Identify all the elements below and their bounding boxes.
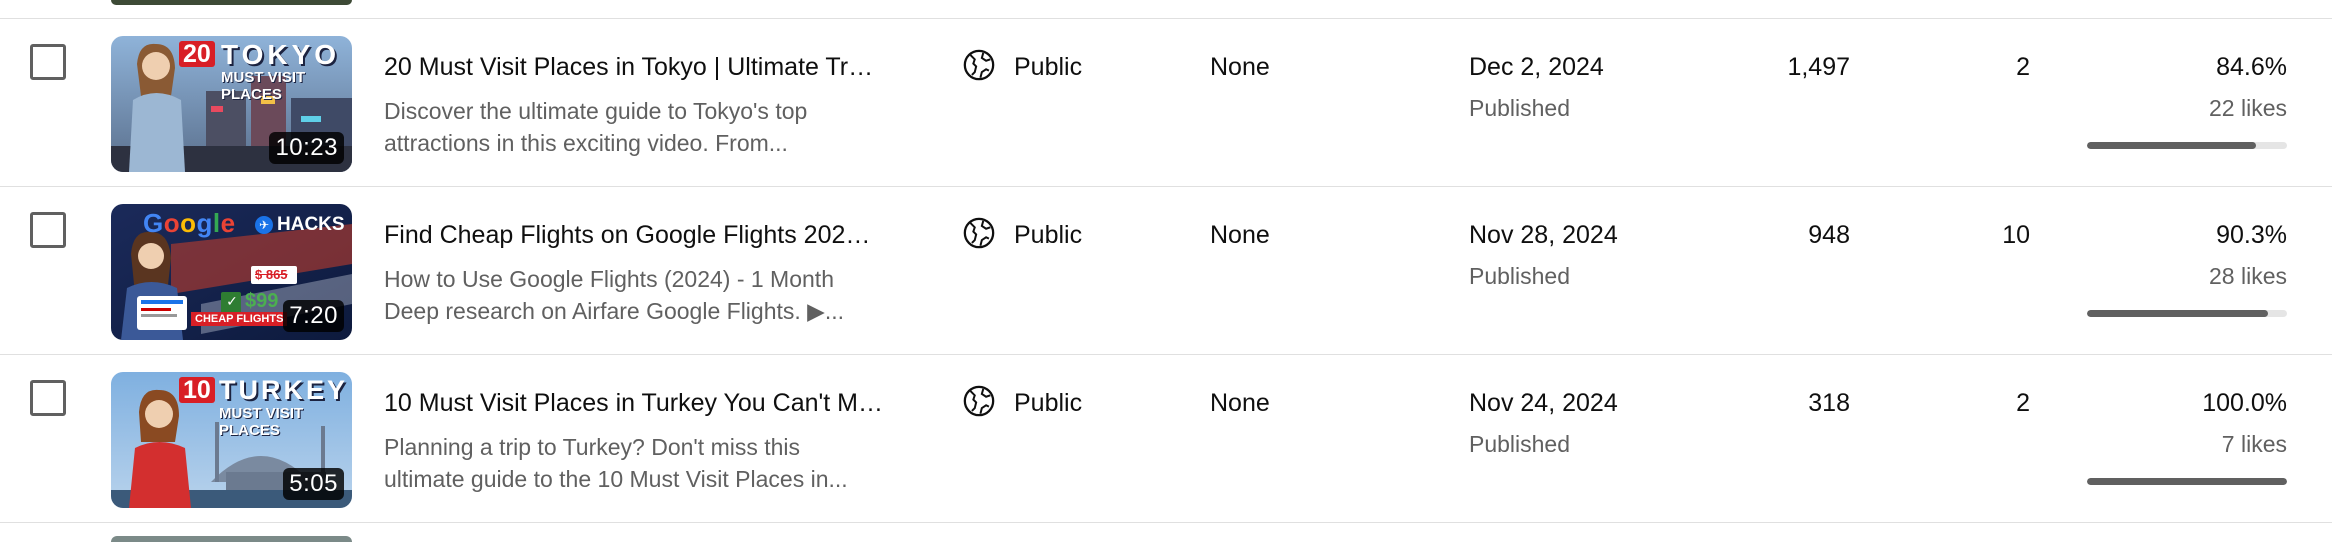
- plane-icon: ✈: [255, 216, 273, 234]
- publish-status: Published: [1469, 431, 1571, 457]
- thumbnail-new-price: $99: [245, 290, 279, 312]
- likes-count: 28 likes: [2209, 263, 2287, 289]
- thumbnail-subtitle: MUST VISIT PLACES: [221, 69, 306, 103]
- comments-count: 2: [2016, 53, 2030, 81]
- thumbnail-badge-word: TURKEY: [219, 375, 349, 405]
- thumbnail-badge-number: 10: [179, 377, 215, 403]
- video-thumbnail[interactable]: Google ✈ HACKS $ 865 ✓ $99 CHEAP FLIGHTS…: [111, 204, 352, 340]
- likes-ratio-bar: [2087, 142, 2287, 149]
- globe-icon: [963, 385, 995, 417]
- views-count: 948: [1808, 221, 1850, 249]
- video-row[interactable]: Google ✈ HACKS $ 865 ✓ $99 CHEAP FLIGHTS…: [0, 187, 2332, 355]
- video-duration: 5:05: [283, 468, 344, 500]
- thumbnail-badge-number: 20: [179, 41, 215, 67]
- likes-percentage: 100.0%: [2202, 389, 2287, 417]
- video-thumbnail[interactable]: 20 TOKYO MUST VISIT PLACES 10:23: [111, 36, 352, 172]
- row-select-checkbox[interactable]: [30, 44, 66, 80]
- previous-row-thumbnail-edge: [111, 0, 352, 5]
- video-title[interactable]: 20 Must Visit Places in Tokyo | Ultimate…: [384, 53, 884, 82]
- thumbnail-footer: CHEAP FLIGHTS: [191, 312, 288, 326]
- publish-date: Nov 28, 2024: [1469, 221, 1618, 249]
- restrictions-value: None: [1210, 221, 1270, 249]
- views-count: 1,497: [1787, 53, 1850, 81]
- restrictions-value: None: [1210, 389, 1270, 417]
- video-thumbnail[interactable]: 10 TURKEY MUST VISIT PLACES 5:05: [111, 372, 352, 508]
- publish-date: Nov 24, 2024: [1469, 389, 1618, 417]
- likes-percentage: 84.6%: [2216, 53, 2287, 81]
- video-duration: 10:23: [269, 132, 344, 164]
- likes-percentage: 90.3%: [2216, 221, 2287, 249]
- video-duration: 7:20: [283, 300, 344, 332]
- check-icon: ✓: [226, 293, 238, 309]
- thumbnail-old-price: $ 865: [255, 267, 288, 282]
- video-title[interactable]: Find Cheap Flights on Google Flights 202…: [384, 221, 884, 250]
- video-description: Discover the ultimate guide to Tokyo's t…: [384, 98, 808, 156]
- comments-count: 2: [2016, 389, 2030, 417]
- row-select-checkbox[interactable]: [30, 380, 66, 416]
- likes-ratio-bar: [2087, 310, 2287, 317]
- globe-icon: [963, 49, 995, 81]
- video-row[interactable]: 10 TURKEY MUST VISIT PLACES 5:05 10 Must…: [0, 355, 2332, 523]
- publish-status: Published: [1469, 95, 1571, 121]
- likes-ratio-fill: [2087, 478, 2287, 485]
- globe-icon: [963, 217, 995, 249]
- likes-ratio-fill: [2087, 142, 2257, 149]
- publish-date: Dec 2, 2024: [1469, 53, 1604, 81]
- visibility-label[interactable]: Public: [1014, 389, 1082, 418]
- restrictions-value: None: [1210, 53, 1270, 81]
- likes-count: 22 likes: [2209, 95, 2287, 121]
- video-title[interactable]: 10 Must Visit Places in Turkey You Can't…: [384, 389, 884, 418]
- publish-status: Published: [1469, 263, 1571, 289]
- likes-count: 7 likes: [2221, 431, 2287, 457]
- thumbnail-hacks-word: HACKS: [277, 214, 345, 235]
- visibility-label[interactable]: Public: [1014, 221, 1082, 250]
- likes-ratio-bar: [2087, 478, 2287, 485]
- likes-ratio-fill: [2087, 310, 2268, 317]
- thumbnail-subtitle: MUST VISIT PLACES: [219, 405, 304, 439]
- thumbnail-badge-word: TOKYO: [221, 39, 341, 70]
- comments-count: 10: [2002, 221, 2030, 249]
- visibility-label[interactable]: Public: [1014, 53, 1082, 82]
- next-row-thumbnail-edge: [111, 536, 352, 542]
- views-count: 318: [1808, 389, 1850, 417]
- video-description: Planning a trip to Turkey? Don't miss th…: [384, 434, 848, 492]
- row-select-checkbox[interactable]: [30, 212, 66, 248]
- video-description: How to Use Google Flights (2024) - 1 Mon…: [384, 266, 845, 324]
- video-row[interactable]: 20 TOKYO MUST VISIT PLACES 10:23 20 Must…: [0, 19, 2332, 187]
- thumbnail-google-word: Google: [143, 208, 236, 238]
